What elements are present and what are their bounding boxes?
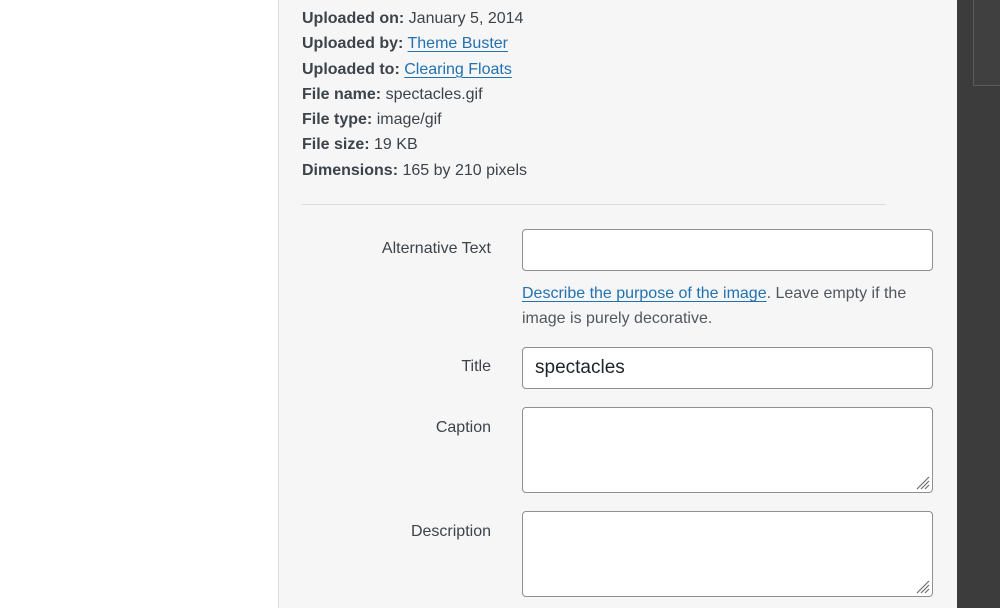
uploaded-to-label: Uploaded to:: [302, 60, 400, 78]
file-size-label: File size:: [302, 136, 370, 154]
description-textarea[interactable]: [522, 511, 933, 597]
file-name-value: spectacles.gif: [385, 85, 483, 103]
uploaded-by-row: Uploaded by: Theme Buster: [302, 33, 527, 58]
title-label: Title: [461, 358, 491, 375]
modal-backdrop: [957, 0, 1000, 608]
dimensions-row: Dimensions: 165 by 210 pixels: [302, 160, 527, 185]
caption-textarea[interactable]: [522, 407, 933, 493]
uploaded-on-value: January 5, 2014: [408, 10, 524, 27]
uploaded-by-label: Uploaded by:: [302, 35, 404, 53]
attachment-meta: Uploaded on: January 5, 2014 Uploaded by…: [302, 8, 527, 185]
alt-text-input[interactable]: [522, 229, 933, 271]
file-type-row: File type: image/gif: [302, 109, 527, 134]
describe-purpose-link[interactable]: Describe the purpose of the image: [522, 285, 767, 302]
uploaded-on-row: Uploaded on: January 5, 2014: [302, 8, 527, 33]
description-resize-handle[interactable]: [914, 578, 930, 594]
file-name-row: File name: spectacles.gif: [302, 84, 527, 109]
file-size-value: 19 KB: [374, 136, 418, 154]
title-input[interactable]: [522, 347, 933, 389]
uploaded-to-link[interactable]: Clearing Floats: [404, 61, 512, 78]
dimensions-label: Dimensions:: [302, 161, 399, 179]
alt-text-help: Describe the purpose of the image. Leave…: [522, 281, 942, 331]
media-grid-area: [0, 0, 278, 608]
caption-label: Caption: [435, 419, 491, 436]
uploaded-on-label: Uploaded on:: [302, 10, 405, 27]
file-type-label: File type:: [302, 111, 373, 129]
file-size-row: File size: 19 KB: [302, 134, 527, 159]
backdrop-frame: [973, 0, 1000, 86]
file-name-label: File name:: [302, 85, 382, 103]
caption-resize-handle[interactable]: [914, 474, 930, 490]
uploaded-to-row: Uploaded to: Clearing Floats: [302, 59, 527, 84]
uploaded-by-link[interactable]: Theme Buster: [408, 35, 508, 52]
dimensions-value: 165 by 210 pixels: [402, 161, 527, 179]
alt-text-label: Alternative Text: [381, 240, 491, 257]
section-divider: [301, 204, 886, 205]
file-type-value: image/gif: [376, 111, 442, 129]
description-label: Description: [410, 523, 491, 540]
